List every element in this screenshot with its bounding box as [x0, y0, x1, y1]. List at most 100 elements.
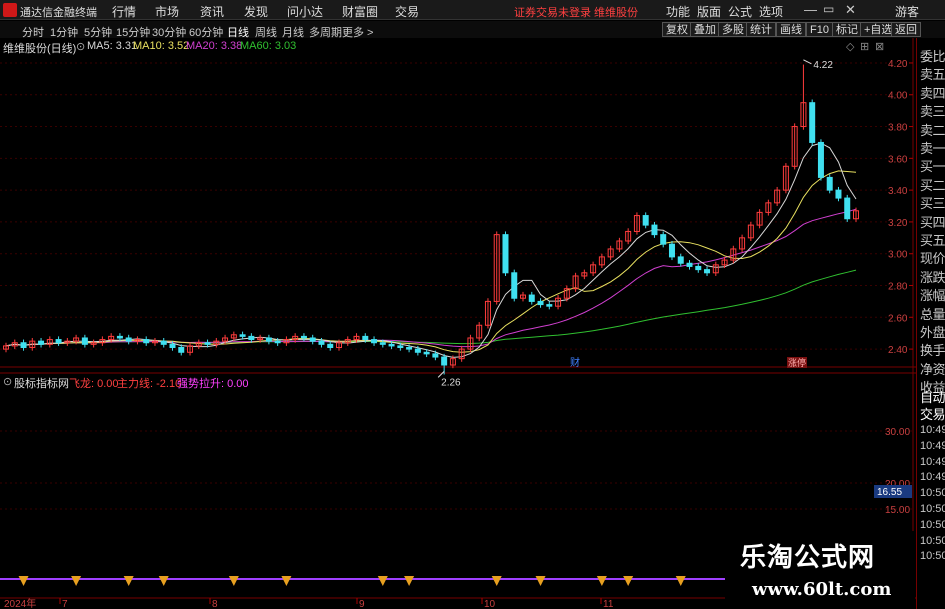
kline-chart[interactable]: 30.0020.0015.0016.55 4.204.003.803.603.4… [0, 38, 916, 609]
multi-stock-button[interactable]: 多股 [718, 22, 748, 37]
quote-field-label: 买四 [920, 214, 945, 230]
candle-down [239, 334, 246, 337]
tick-time: 10:50 [920, 503, 945, 515]
zoom-icon[interactable]: ⊞ [860, 40, 869, 53]
menu-wealth-circle[interactable]: 财富圈 [342, 3, 378, 20]
guest-button[interactable]: 游客 [895, 3, 919, 20]
candle-down [362, 335, 369, 341]
signal-marker [377, 576, 388, 586]
close-icon[interactable]: ✕ [845, 2, 856, 18]
diamond-icon[interactable]: ◇ [846, 40, 854, 53]
quote-field-label: 买二 [920, 177, 945, 193]
candle-down [695, 265, 702, 271]
menu-trade[interactable]: 交易 [395, 3, 419, 20]
overlay-button[interactable]: 叠加 [690, 22, 720, 37]
signal-marker [228, 576, 239, 586]
quote-side-panel: 委比 卖五 卖四 卖三 卖二 卖一 买一 买二 买三 买四 买五 现价 涨跌 涨幅 总量 外盘 换手 净资 收益 自动… [916, 38, 945, 609]
quote-field-label: 卖二 [920, 122, 945, 138]
candle-down [169, 343, 176, 349]
menu-news[interactable]: 资讯 [200, 3, 224, 20]
signal-marker [675, 576, 686, 586]
candle-down [81, 337, 88, 345]
signal-marker [596, 576, 607, 586]
candle-down [248, 335, 255, 341]
menu-formula[interactable]: 公式 [728, 3, 752, 20]
month-label: 10 [484, 599, 496, 609]
stats-button[interactable]: 统计 [746, 22, 776, 37]
period-toolbar: 分时 1分钟 5分钟 15分钟 30分钟 60分钟 日线 周线 月线 多周期 更… [0, 21, 945, 39]
tick-time: 10:50 [920, 534, 945, 547]
month-label: 9 [359, 599, 365, 609]
menu-ask[interactable]: 问小达 [287, 3, 323, 20]
ma20-legend: MA20: 3.38 [186, 40, 243, 52]
candle-down [642, 215, 649, 226]
draw-line-button[interactable]: 画线 [776, 22, 806, 37]
candle-down [546, 304, 553, 307]
price-tick-label: 2.40 [888, 345, 908, 356]
tick-time: 10:49 [920, 439, 945, 452]
price-tick-label: 2.60 [888, 313, 908, 324]
price-tick-label: 4.00 [888, 91, 908, 102]
menu-market[interactable]: 市场 [155, 3, 179, 20]
candle-down [686, 262, 693, 267]
ma10-legend: MA10: 3.52 [133, 40, 190, 52]
candle-down [844, 197, 851, 220]
menu-quotes[interactable]: 行情 [112, 3, 136, 20]
f10-button[interactable]: F10 [806, 22, 833, 37]
indicator-icon[interactable]: ⊙ [3, 375, 12, 388]
candle-down [38, 340, 45, 345]
candle-down [441, 356, 448, 366]
minimize-icon[interactable]: — [804, 2, 817, 17]
quote-field-label: 买一 [920, 159, 945, 175]
price-tick-label: 3.40 [888, 186, 908, 197]
candle-down [414, 348, 421, 353]
sub-tick-label: 15.00 [885, 505, 910, 516]
menu-layout[interactable]: 版面 [697, 3, 721, 20]
app-logo [3, 3, 17, 17]
collapse-icon[interactable]: ⊙ [76, 40, 85, 53]
price-tick-label: 3.00 [888, 250, 908, 261]
menu-discover[interactable]: 发现 [244, 3, 268, 20]
candle-down [160, 340, 167, 345]
tick-time: 10:49 [920, 424, 945, 436]
watermark-title: 乐淘公式网 [740, 543, 876, 573]
signal-marker [18, 576, 29, 586]
back-button[interactable]: 返回 [891, 22, 921, 37]
quote-field-label: 总量 [920, 306, 945, 322]
quote-field-label: 买五 [920, 233, 945, 248]
candle-down [677, 256, 684, 264]
app-name: 通达信金融终端 [20, 7, 97, 19]
indicator-title: 股标指标网 [14, 378, 69, 390]
adjust-button[interactable]: 复权 [662, 22, 692, 37]
candle-down [704, 269, 711, 274]
ma5-line [5, 142, 857, 358]
candle-down [668, 243, 675, 258]
app-window: 通达信金融终端 行情 市场 资讯 发现 问小达 财富圈 交易 证券交易未登录 维… [0, 0, 945, 609]
finance-marker: 财 [570, 356, 580, 369]
candle-down [55, 339, 62, 344]
signal-marker [71, 576, 82, 586]
signal-marker [491, 576, 502, 586]
month-label: 8 [212, 599, 218, 609]
quote-field-label: 买三 [920, 196, 945, 212]
menu-options[interactable]: 选项 [759, 3, 783, 20]
quote-field-label: 换手 [920, 343, 945, 359]
candle-down [371, 339, 378, 344]
maximize-icon[interactable]: ▭ [823, 2, 834, 16]
trade-login-notice: 证券交易未登录 维维股份 [514, 7, 639, 19]
indicator-value-surge: 强势拉升: 0.00 [177, 378, 249, 390]
mark-button[interactable]: 标记 [832, 22, 862, 37]
ma5-legend: MA5: 3.31 [87, 40, 138, 52]
signal-marker [623, 576, 634, 586]
high-price-label: 4.22 [813, 60, 833, 71]
quote-field-label: 卖五 [920, 67, 945, 83]
candle-down [309, 337, 316, 342]
candle-down [406, 347, 413, 350]
candle-down [660, 234, 667, 245]
month-label: 7 [62, 599, 68, 609]
candle-down [809, 102, 816, 143]
menu-function[interactable]: 功能 [666, 3, 690, 20]
close-pane-icon[interactable]: ⊠ [875, 40, 884, 53]
ma20-line [5, 208, 857, 348]
candle-down [388, 343, 395, 347]
